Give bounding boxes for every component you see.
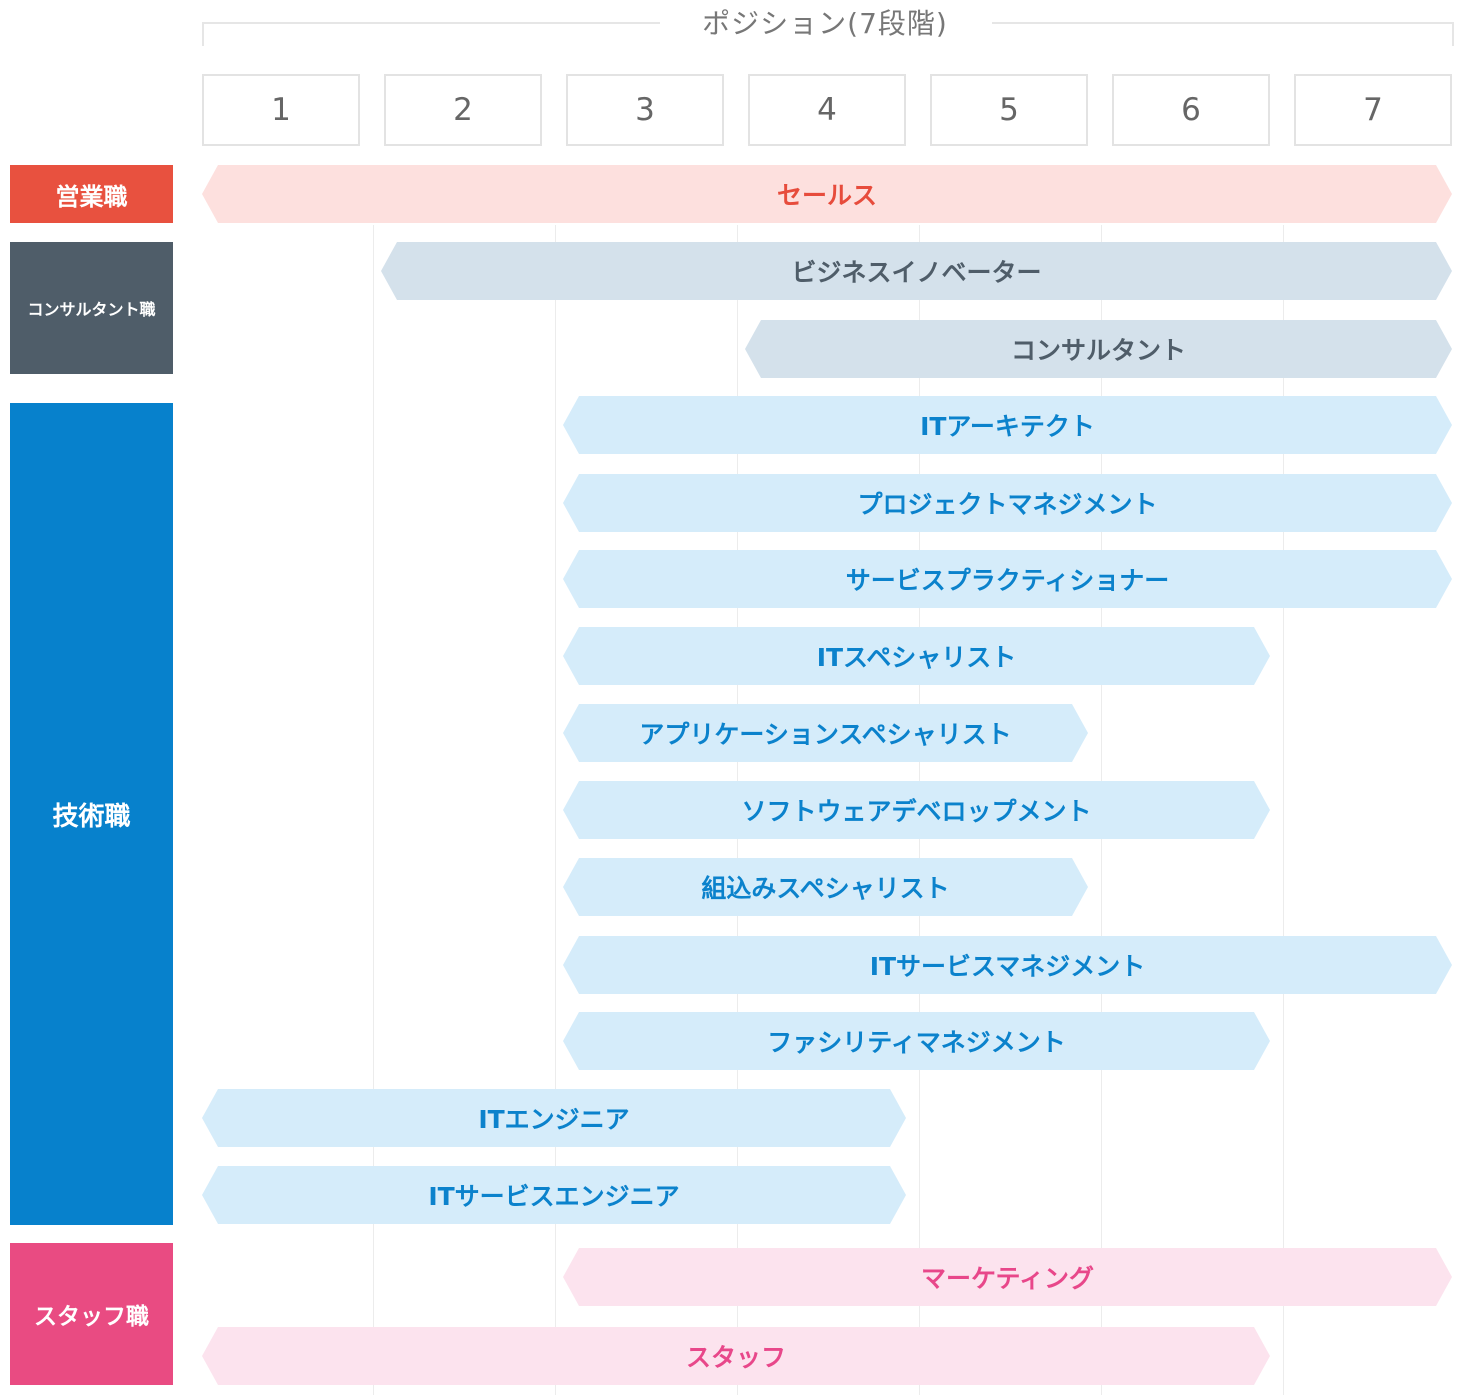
position-7-box: 7 (1294, 74, 1452, 146)
role-bar: スタッフ (202, 1327, 1270, 1385)
role-bar: ビジネスイノベーター (381, 242, 1452, 300)
role-bar: プロジェクトマネジメント (563, 474, 1452, 532)
position-3-box: 3 (566, 74, 724, 146)
category-technical: 技術職 (10, 403, 173, 1225)
title-bracket-left (202, 22, 660, 46)
title-bracket-right (992, 22, 1454, 46)
position-6-box: 6 (1112, 74, 1270, 146)
role-bar: ソフトウェアデベロップメント (563, 781, 1270, 839)
category-staff: スタッフ職 (10, 1243, 173, 1385)
role-bar: マーケティング (563, 1248, 1452, 1306)
category-consultant: コンサルタント職 (10, 242, 173, 374)
role-bar: アプリケーションスペシャリスト (563, 704, 1088, 762)
role-bar: ITスペシャリスト (563, 627, 1270, 685)
role-bar: コンサルタント (745, 320, 1452, 378)
role-bar: セールス (202, 165, 1452, 223)
position-2-box: 2 (384, 74, 542, 146)
role-bar: 組込みスペシャリスト (563, 858, 1088, 916)
diagram-title: ポジション(7段階) (702, 7, 948, 40)
category-sales: 営業職 (10, 165, 173, 223)
role-bar: サービスプラクティショナー (563, 550, 1452, 608)
role-bar: ITサービスマネジメント (563, 936, 1452, 994)
role-bar: ITエンジニア (202, 1089, 906, 1147)
position-4-box: 4 (748, 74, 906, 146)
position-1-box: 1 (202, 74, 360, 146)
role-bar: ファシリティマネジメント (563, 1012, 1270, 1070)
role-bar: ITサービスエンジニア (202, 1166, 906, 1224)
position-5-box: 5 (930, 74, 1088, 146)
role-bar: ITアーキテクト (563, 396, 1452, 454)
